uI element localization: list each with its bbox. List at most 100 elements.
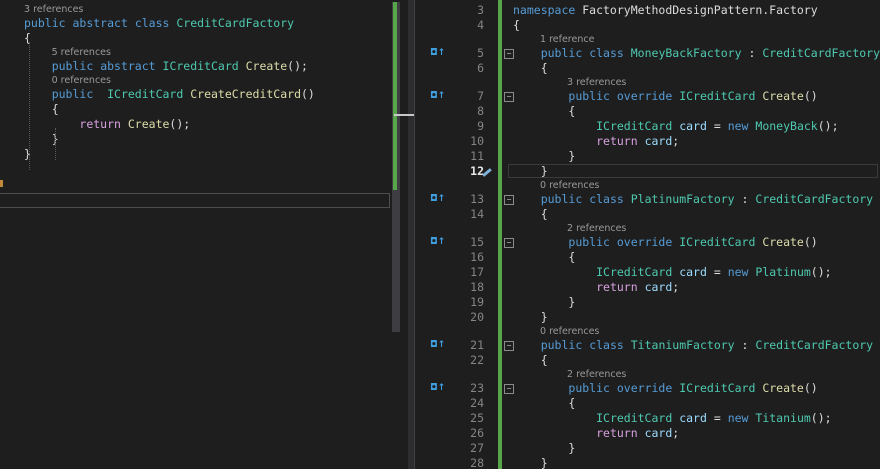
codelens-references[interactable]: 3 references	[24, 3, 83, 16]
code-token: return	[596, 426, 638, 440]
line-number: 10	[470, 134, 484, 148]
code-token: Create	[245, 59, 288, 73]
code-token: override	[616, 89, 673, 103]
line-number: 18	[470, 280, 484, 294]
line-number: 19	[470, 295, 484, 309]
code-token: Create	[762, 381, 804, 395]
code-token: }	[513, 310, 548, 324]
right-editor-pane[interactable]: 3 namespace FactoryMethodDesignPattern.Fa…	[414, 0, 880, 469]
code-token: ();	[810, 411, 832, 425]
code-token: Create	[762, 235, 804, 249]
line-number: 26	[470, 426, 484, 440]
line-number: 5	[477, 46, 484, 60]
left-find-box[interactable]	[0, 193, 390, 208]
codelens-references[interactable]: 2 references	[567, 368, 626, 381]
code-token: ();	[169, 117, 191, 131]
code-token: card	[679, 119, 707, 133]
code-line: {	[513, 396, 575, 411]
codelens-references[interactable]: 2 references	[567, 222, 626, 235]
line-number: 27	[470, 441, 484, 455]
code-token: override	[616, 381, 673, 395]
codelens-references[interactable]: 0 references	[540, 179, 599, 192]
right-code-area[interactable]: 3 namespace FactoryMethodDesignPattern.Fa…	[414, 3, 880, 469]
code-line: {	[513, 18, 520, 33]
code-line: public override ICreditCard Create()	[513, 89, 817, 104]
code-line: public abstract class CreditCardFactory	[24, 16, 294, 31]
code-line: {	[513, 250, 575, 265]
code-token: ICreditCard	[162, 59, 239, 73]
line-number: 20	[470, 310, 484, 324]
code-token: card	[644, 280, 673, 294]
code-line: public override ICreditCard Create()	[513, 381, 817, 396]
code-token: }	[513, 295, 576, 309]
code-token: ICreditCard	[596, 119, 673, 133]
codelens-references[interactable]: 3 references	[567, 76, 626, 89]
line-number: 12	[470, 164, 484, 178]
code-token: ()	[803, 235, 818, 249]
code-token: :	[741, 46, 763, 60]
code-token: {	[513, 250, 576, 264]
codelens-references[interactable]: 1 reference	[540, 33, 594, 46]
line-number: 15	[470, 235, 484, 249]
override-glyph-icon[interactable]: ◘↑	[430, 338, 445, 353]
code-token: =	[706, 411, 728, 425]
override-glyph-icon[interactable]: ◘↑	[430, 235, 445, 250]
code-token: ();	[817, 119, 839, 133]
code-token: card	[644, 134, 673, 148]
code-token: class	[589, 192, 624, 206]
left-indent-guide-inner	[55, 128, 56, 160]
code-token: }	[513, 456, 548, 469]
code-token: MoneyBackFactory	[630, 46, 742, 60]
codelens-references[interactable]: 0 references	[52, 74, 111, 87]
code-token: return	[79, 117, 121, 131]
code-line: public ICreditCard CreateCreditCard()	[24, 87, 315, 102]
code-token: public	[540, 192, 583, 206]
code-token: CreditCardFactory	[176, 16, 295, 30]
line-number: 21	[470, 338, 484, 352]
line-number: 14	[470, 207, 484, 221]
splitter-grip	[394, 114, 416, 116]
left-editor-pane[interactable]: 3 references public abstract class Credit…	[0, 0, 408, 469]
line-number: 9	[477, 119, 484, 133]
code-token: CreditCardFactory	[755, 338, 874, 352]
override-glyph-icon[interactable]: ◘↑	[430, 46, 445, 61]
codelens-references[interactable]: 5 references	[52, 46, 111, 59]
code-token: ICreditCard	[679, 89, 756, 103]
override-glyph-icon[interactable]: ◘↑	[430, 89, 445, 104]
code-token: public	[540, 338, 583, 352]
left-indent-guide	[29, 42, 30, 170]
code-token: abstract	[72, 16, 128, 30]
override-glyph-icon[interactable]: ◘↑	[430, 381, 445, 396]
code-token: {	[513, 396, 576, 410]
code-token: ICreditCard	[107, 87, 184, 101]
code-token: Create	[762, 89, 804, 103]
code-token: MoneyBack	[755, 119, 818, 133]
code-token: FactoryMethodDesignPattern.Factory	[575, 3, 818, 17]
code-token: new	[727, 411, 749, 425]
left-code-area[interactable]: 3 references public abstract class Credit…	[0, 3, 390, 203]
code-token: {	[513, 104, 576, 118]
code-token: {	[513, 18, 520, 32]
override-glyph-icon[interactable]: ◘↑	[430, 192, 445, 207]
line-number: 24	[470, 396, 484, 410]
line-number: 28	[470, 456, 484, 469]
code-token: override	[616, 235, 673, 249]
code-line: }	[513, 149, 575, 164]
code-token: public	[24, 16, 66, 30]
codelens-references[interactable]: 0 references	[540, 325, 599, 338]
code-token: abstract	[100, 59, 156, 73]
code-line: }	[513, 441, 575, 456]
code-token: ();	[287, 59, 308, 73]
